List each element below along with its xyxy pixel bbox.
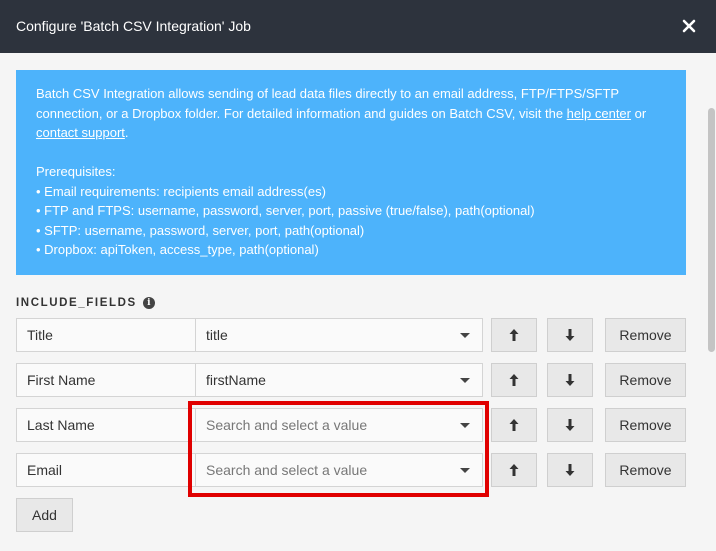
arrow-down-icon <box>565 419 575 431</box>
add-field-button[interactable]: Add <box>16 498 73 532</box>
field-value-select[interactable]: Search and select a value <box>195 408 483 442</box>
arrow-up-icon <box>509 464 519 476</box>
field-row: Email Search and select a value Remove <box>16 453 686 487</box>
dialog-title: Configure 'Batch CSV Integration' Job <box>16 18 251 34</box>
select-placeholder: Search and select a value <box>206 462 368 478</box>
arrow-up-icon <box>509 419 519 431</box>
move-down-button[interactable] <box>547 318 593 352</box>
select-value: firstName <box>206 372 266 388</box>
field-row: Last Name Search and select a value Remo… <box>16 408 686 442</box>
dialog-body: Batch CSV Integration allows sending of … <box>0 53 716 551</box>
field-row: Title title Remove <box>16 318 686 352</box>
info-panel: Batch CSV Integration allows sending of … <box>16 70 686 275</box>
contact-support-link[interactable]: contact support <box>36 125 125 140</box>
info-text-end: . <box>124 125 129 140</box>
prerequisite-item: • FTP and FTPS: username, password, serv… <box>36 203 535 218</box>
prerequisite-item: • Dropbox: apiToken, access_type, path(o… <box>36 242 319 257</box>
arrow-down-icon <box>565 374 575 386</box>
field-value-select[interactable]: firstName <box>195 363 483 397</box>
select-placeholder: Search and select a value <box>206 417 368 433</box>
remove-button[interactable]: Remove <box>605 318 686 352</box>
info-description: Batch CSV Integration allows sending of … <box>36 84 666 143</box>
remove-button[interactable]: Remove <box>605 363 686 397</box>
prerequisites-title: Prerequisites: <box>36 164 116 179</box>
caret-down-icon <box>460 378 470 383</box>
info-icon[interactable]: i <box>142 297 155 309</box>
move-down-button[interactable] <box>547 363 593 397</box>
move-up-button[interactable] <box>491 363 537 397</box>
help-center-link[interactable]: help center <box>567 106 631 121</box>
prerequisite-item: • SFTP: username, password, server, port… <box>36 222 365 238</box>
caret-down-icon <box>460 333 470 338</box>
remove-button[interactable]: Remove <box>605 453 686 487</box>
move-up-button[interactable] <box>491 318 537 352</box>
caret-down-icon <box>460 468 470 473</box>
info-text: Batch CSV Integration allows sending of … <box>36 86 619 121</box>
close-icon[interactable] <box>676 13 702 39</box>
select-value: title <box>206 327 228 343</box>
move-up-button[interactable] <box>491 408 537 442</box>
caret-down-icon <box>460 423 470 428</box>
include-fields-label-text: INCLUDE_FIELDS <box>16 297 137 309</box>
field-name: Title <box>16 318 197 352</box>
arrow-down-icon <box>565 464 575 476</box>
field-name: Email <box>16 453 197 487</box>
scrollbar[interactable] <box>708 108 715 352</box>
arrow-down-icon <box>565 329 575 341</box>
arrow-up-icon <box>509 329 519 341</box>
field-name: Last Name <box>16 408 197 442</box>
move-down-button[interactable] <box>547 408 593 442</box>
field-value-select[interactable]: title <box>195 318 483 352</box>
field-name: First Name <box>16 363 197 397</box>
dialog-titlebar: Configure 'Batch CSV Integration' Job <box>0 0 716 53</box>
move-down-button[interactable] <box>547 453 593 487</box>
arrow-up-icon <box>509 374 519 386</box>
include-fields-label: INCLUDE_FIELDS i <box>16 297 155 309</box>
move-up-button[interactable] <box>491 453 537 487</box>
remove-button[interactable]: Remove <box>605 408 686 442</box>
field-row: First Name firstName Remove <box>16 363 686 397</box>
field-value-select[interactable]: Search and select a value <box>195 453 483 487</box>
prerequisite-item: • Email requirements: recipients email a… <box>36 183 326 199</box>
info-text-or: or <box>631 105 647 121</box>
